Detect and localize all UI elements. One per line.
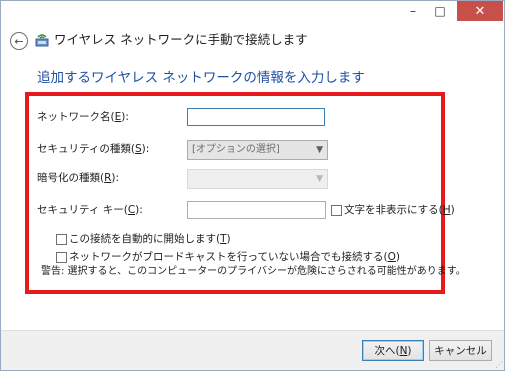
encryption-type-select[interactable]: ▼ [187, 169, 328, 189]
maximize-button[interactable]: □ [427, 1, 453, 21]
security-type-value: [オプションの選択] [192, 144, 280, 155]
hide-chars-label: 文字を非表示にする(H) [344, 204, 455, 216]
security-type-label: セキュリティの種類(S): [37, 143, 150, 155]
auto-connect-checkbox[interactable] [56, 234, 67, 245]
resize-grip-icon[interactable]: ⋰ [495, 360, 503, 369]
next-button[interactable]: 次へ(N) [362, 340, 424, 361]
close-button[interactable]: ✕ [457, 1, 503, 21]
back-arrow-icon[interactable]: ← [10, 32, 28, 50]
connect-hidden-label: ネットワークがブロードキャストを行っていない場合でも接続する(O) [69, 251, 400, 263]
privacy-warning: 警告: 選択すると、このコンピューターのプライバシーが危険にさらされる可能性があ… [41, 266, 466, 277]
auto-connect-label: この接続を自動的に開始します(T) [69, 233, 231, 245]
chevron-down-icon: ▼ [316, 174, 323, 184]
security-type-select[interactable]: [オプションの選択] ▼ [187, 140, 328, 160]
wireless-network-icon [35, 34, 49, 47]
page-heading: 追加するワイヤレス ネットワークの情報を入力します [37, 70, 365, 86]
network-name-label: ネットワーク名(E): [37, 111, 129, 123]
chevron-down-icon: ▼ [316, 145, 323, 155]
security-key-input[interactable] [187, 201, 326, 219]
titlebar: – □ ✕ [1, 1, 504, 29]
encryption-type-label: 暗号化の種類(R): [37, 172, 120, 184]
window-title: ワイヤレス ネットワークに手動で接続します [54, 32, 308, 47]
security-key-label: セキュリティ キー(C): [37, 204, 143, 216]
network-name-input[interactable] [187, 108, 325, 126]
dialog-window: – □ ✕ ← ワイヤレス ネットワークに手動で接続します 追加するワイヤレス … [0, 0, 505, 371]
cancel-button[interactable]: キャンセル [429, 340, 492, 361]
hide-chars-checkbox[interactable] [331, 205, 342, 216]
minimize-button[interactable]: – [400, 1, 426, 21]
connect-hidden-checkbox[interactable] [56, 252, 67, 263]
